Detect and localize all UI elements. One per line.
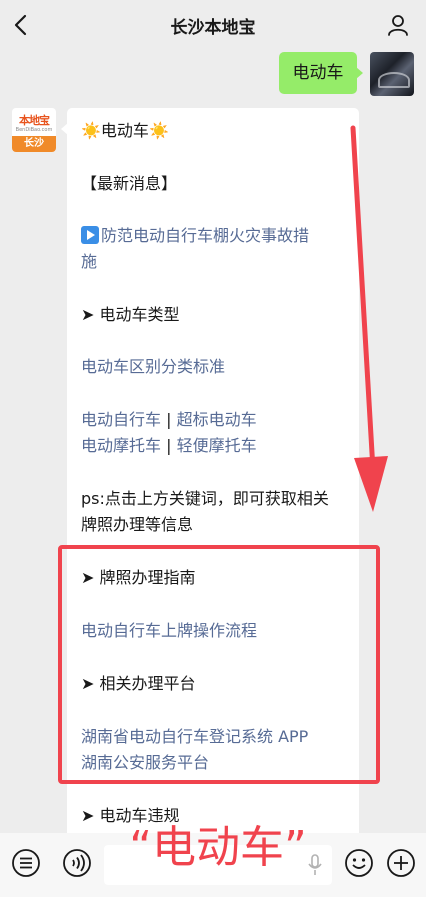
annotation-highlight-box	[58, 545, 380, 784]
annotation-arrow-icon	[350, 125, 388, 512]
logo-url: BenDiBao.com	[15, 127, 53, 133]
latest-news-label: 【最新消息】	[81, 174, 178, 193]
voice-icon[interactable]	[62, 848, 92, 878]
news-link[interactable]: 防范电动自行车棚火灾事故措	[81, 223, 349, 249]
news-link-continued[interactable]: 施	[81, 249, 349, 275]
play-icon	[81, 226, 99, 244]
chat-title: 长沙本地宝	[170, 18, 256, 38]
sent-message-bubble[interactable]: 电动车	[279, 52, 363, 94]
link-classify[interactable]: 电动车区别分类标准	[81, 354, 349, 380]
link-over-standard[interactable]: 超标电动车	[177, 410, 257, 429]
close-quote: ”	[284, 822, 307, 873]
reply-heading: ☀️电动车☀️	[81, 118, 349, 144]
menu-list-icon[interactable]	[11, 848, 41, 878]
ps-note-line-1: ps:点击上方关键词，即可获取相关	[81, 489, 329, 508]
ps-note-line-2: 牌照办理等信息	[81, 515, 194, 534]
link-motorcycle[interactable]: 电动摩托车	[81, 436, 161, 455]
logo-city: 长沙	[12, 136, 56, 152]
sun-icon: ☀️	[81, 121, 101, 140]
open-quote: “	[129, 822, 152, 873]
link-light-motorcycle[interactable]: 轻便摩托车	[177, 436, 257, 455]
plus-icon[interactable]	[386, 848, 416, 878]
vehicle-links-row-2: 电动摩托车 | 轻便摩托车	[81, 433, 349, 459]
sun-icon: ☀️	[148, 121, 169, 140]
keyword-text: 电动车	[152, 822, 284, 873]
keyword-annotation: “电动车”	[104, 818, 332, 878]
separator: |	[166, 436, 172, 455]
vehicle-links-row-1: 电动自行车 | 超标电动车	[81, 407, 349, 433]
person-icon[interactable]	[386, 13, 410, 37]
user-avatar[interactable]	[370, 52, 414, 96]
bot-avatar[interactable]: 本地宝 BenDiBao.com 长沙	[12, 108, 56, 152]
top-nav-bar: 长沙本地宝	[0, 0, 426, 50]
separator: |	[166, 410, 172, 429]
heading-text: 电动车	[100, 121, 149, 140]
news-link-text[interactable]: 防范电动自行车棚火灾事故措	[101, 226, 309, 245]
logo-brand: 本地宝	[19, 114, 50, 127]
emoji-icon[interactable]	[344, 848, 374, 878]
motorbike-image	[378, 72, 410, 88]
link-ebike[interactable]: 电动自行车	[81, 410, 161, 429]
section-types: ➤ 电动车类型	[81, 305, 180, 324]
